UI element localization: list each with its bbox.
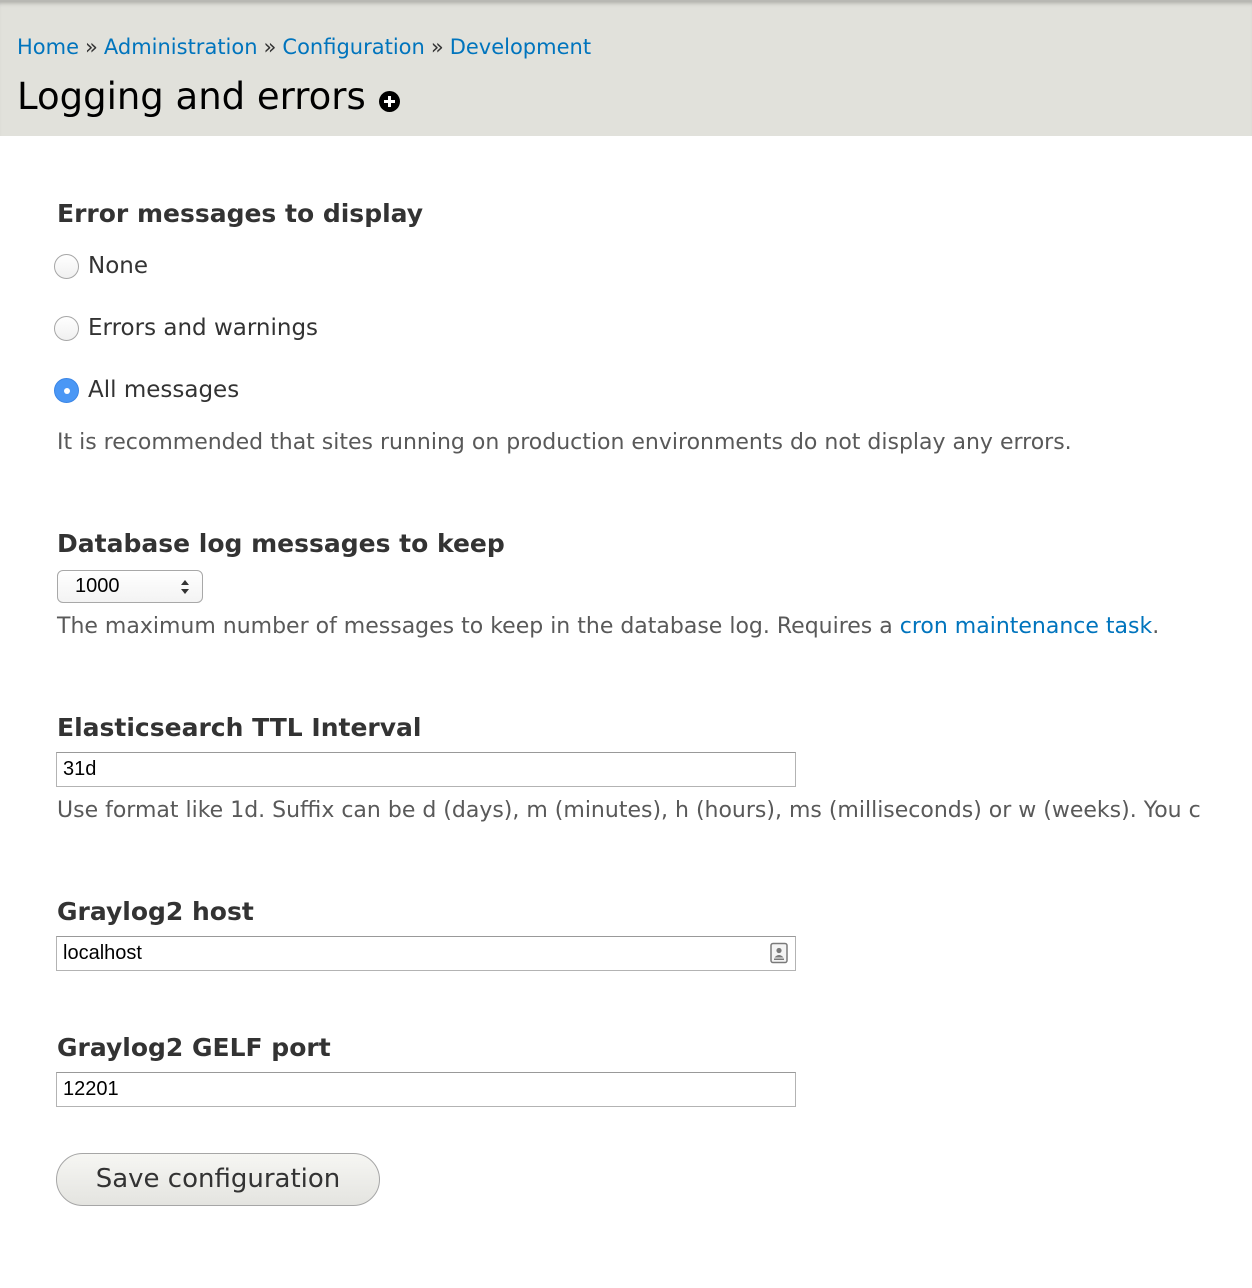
breadcrumb-link-administration[interactable]: Administration [104,35,258,59]
graylog-port-input[interactable]: 12201 [56,1072,796,1107]
radio-button-selected[interactable] [54,377,79,403]
radio-label[interactable]: All messages [88,377,239,403]
radio-option-none[interactable]: None [54,251,148,281]
radio-label[interactable]: None [88,253,148,279]
graylog-host-label: Graylog2 host [57,897,254,926]
page-header: Home» Administration» Configuration» Develo… [0,0,1252,136]
es-ttl-input-value: 31d [63,758,97,780]
error-display-label: Error messages to display [57,199,424,228]
contact-card-icon[interactable] [768,942,790,964]
graylog-host-input-value: localhost [63,942,142,964]
db-log-select[interactable]: 1000 [57,570,203,603]
graylog-port-input-value: 12201 [63,1078,119,1100]
db-log-description: The maximum number of messages to keep i… [57,612,1159,642]
db-log-label: Database log messages to keep [57,529,505,558]
es-ttl-input[interactable]: 31d [56,752,796,787]
breadcrumb-link-development[interactable]: Development [450,35,591,59]
es-ttl-description: Use format like 1d. Suffix can be d (day… [57,798,1201,823]
breadcrumb: Home» Administration» Configuration» Develo… [17,32,591,62]
page-title: Logging and errors [17,75,366,118]
breadcrumb-link-configuration[interactable]: Configuration [282,35,424,59]
db-log-description-text: The maximum number of messages to keep i… [57,614,900,639]
radio-label[interactable]: Errors and warnings [88,315,318,341]
save-configuration-button[interactable]: Save configuration [56,1153,380,1206]
select-arrows-icon [181,580,189,594]
es-ttl-label: Elasticsearch TTL Interval [57,713,422,742]
radio-button[interactable] [54,253,79,279]
breadcrumb-separator: » [263,35,277,59]
breadcrumb-separator: » [430,35,444,59]
add-shortcut-icon[interactable] [379,91,400,112]
error-display-description: It is recommended that sites running on … [57,430,1072,455]
db-log-select-value: 1000 [75,575,120,597]
graylog-port-label: Graylog2 GELF port [57,1033,331,1062]
radio-option-all-messages[interactable]: All messages [54,375,239,405]
breadcrumb-link-home[interactable]: Home [17,35,79,59]
breadcrumb-separator: » [85,35,98,59]
radio-option-errors-and-warnings[interactable]: Errors and warnings [54,313,318,343]
cron-maintenance-task-link[interactable]: cron maintenance task [900,614,1152,639]
db-log-description-end: . [1152,614,1160,639]
graylog-host-input[interactable]: localhost [56,936,796,971]
radio-button[interactable] [54,315,79,341]
